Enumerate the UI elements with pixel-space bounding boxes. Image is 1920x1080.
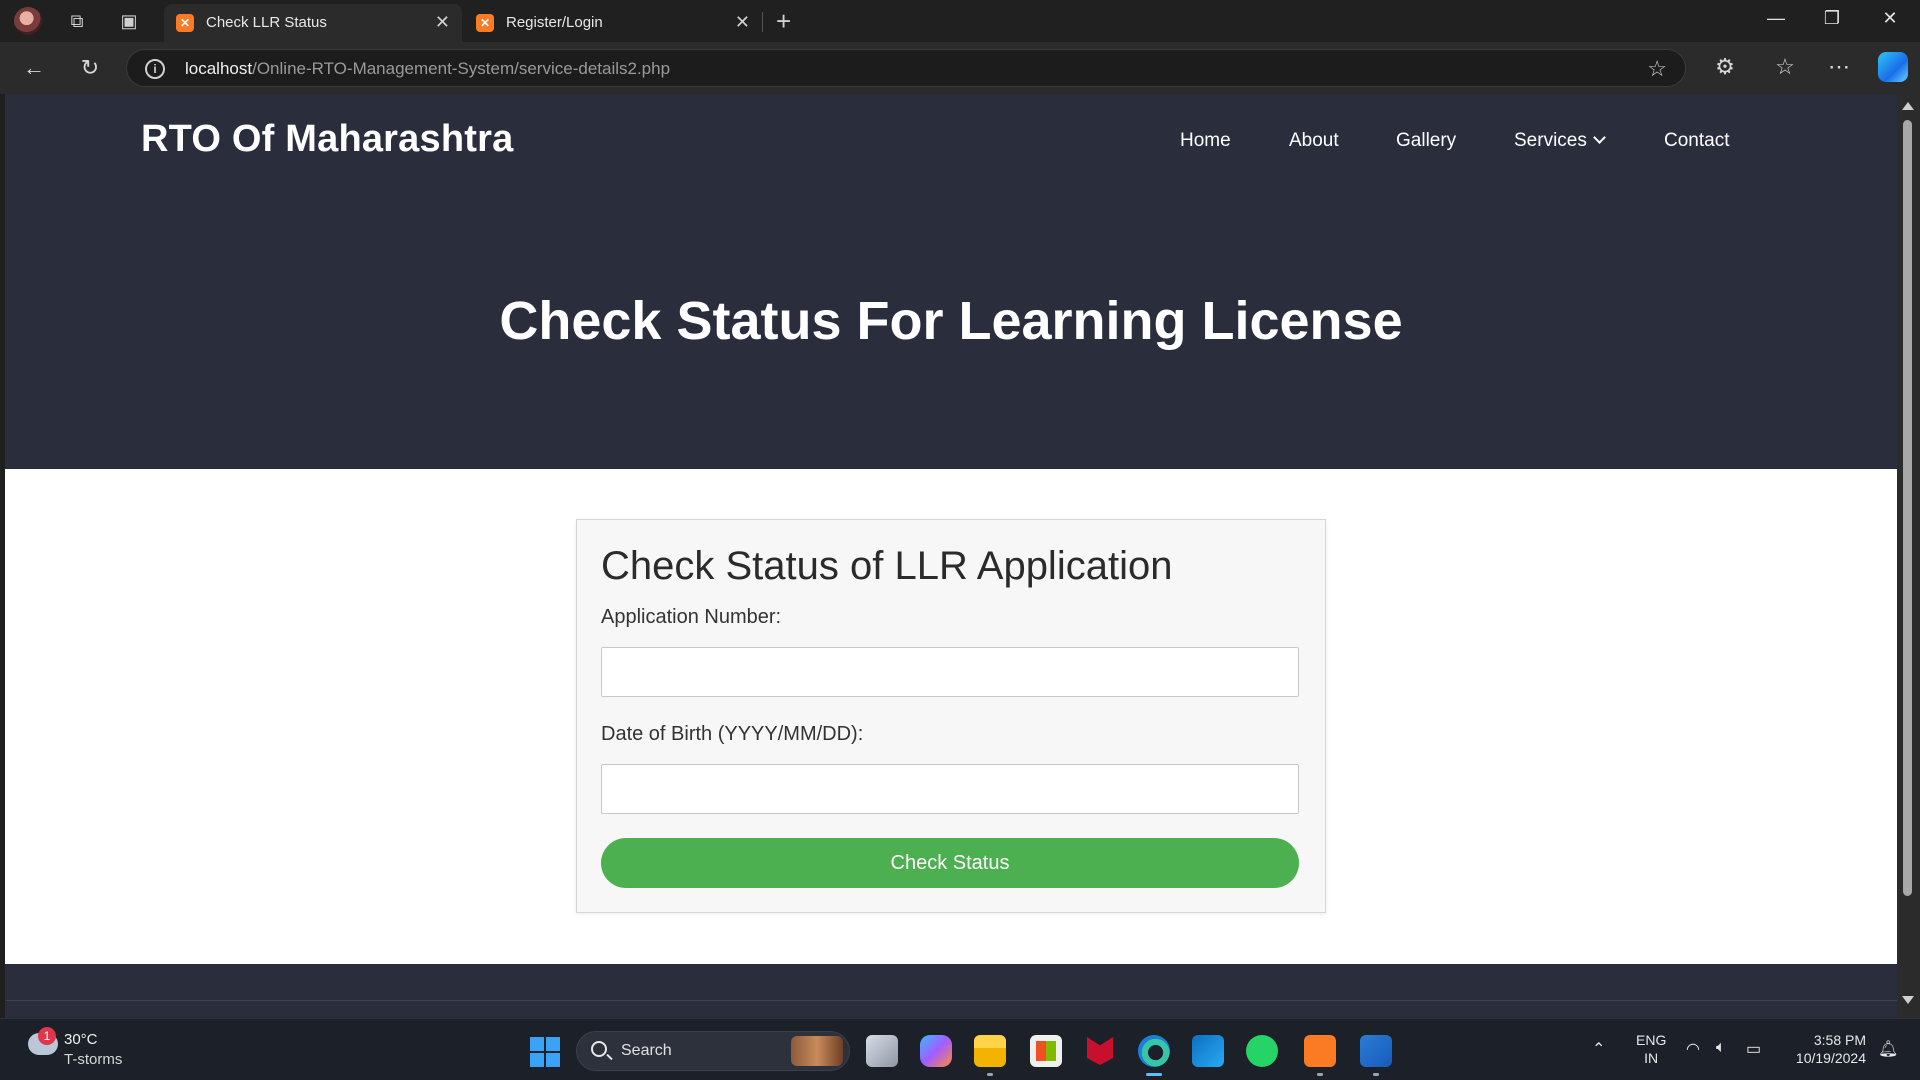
volume-icon[interactable]: 🔈︎ (1716, 1039, 1726, 1057)
file-explorer-icon[interactable] (974, 1035, 1006, 1067)
close-tab-icon[interactable]: ✕ (735, 12, 750, 33)
input-language[interactable]: ENG IN (1636, 1031, 1666, 1067)
footer-divider (5, 1000, 1897, 1001)
task-view-icon[interactable] (866, 1035, 898, 1067)
reload-icon[interactable]: ↻ (76, 54, 104, 82)
copilot-icon[interactable] (1878, 52, 1908, 82)
extensions-icon[interactable]: ⚙ (1710, 54, 1740, 80)
footer (5, 964, 1897, 1018)
form-title: Check Status of LLR Application (601, 544, 1173, 588)
mcafee-icon[interactable] (1084, 1035, 1116, 1067)
scroll-down-arrow-icon[interactable] (1902, 996, 1914, 1004)
favorites-icon[interactable]: ☆ (1770, 54, 1800, 80)
search-label: Search (621, 1042, 672, 1059)
site-brand[interactable]: RTO Of Maharashtra (141, 118, 513, 161)
word-icon[interactable] (1360, 1035, 1392, 1067)
nav-contact[interactable]: Contact (1664, 130, 1729, 152)
llr-status-form: Check Status of LLR Application Applicat… (576, 519, 1326, 913)
window-close-icon[interactable]: ✕ (1870, 8, 1910, 29)
active-indicator (1146, 1073, 1162, 1076)
tab-title: Check LLR Status (206, 14, 327, 31)
address-bar[interactable]: i localhost/Online-RTO-Management-System… (126, 49, 1686, 87)
nav-about[interactable]: About (1289, 130, 1339, 152)
weather-temperature[interactable]: 30°C (64, 1031, 98, 1048)
notifications-bell-icon[interactable]: 🔔︎ (1878, 1039, 1898, 1059)
vscode-icon[interactable] (1192, 1035, 1224, 1067)
nav-home[interactable]: Home (1180, 130, 1231, 152)
clock-time: 3:58 PM (1813, 1032, 1866, 1048)
scroll-up-arrow-icon[interactable] (1902, 102, 1914, 110)
close-tab-icon[interactable]: ✕ (435, 12, 450, 33)
xampp-icon[interactable] (1304, 1035, 1336, 1067)
page-viewport: RTO Of Maharashtra Home About Gallery Se… (5, 94, 1897, 1018)
workspaces-icon[interactable]: ⧉ (64, 8, 90, 34)
system-clock[interactable]: 3:58 PM 10/19/2024 (1786, 1031, 1866, 1067)
weather-badge: 1 (38, 1027, 56, 1045)
new-tab-plus-icon[interactable]: + (776, 6, 791, 37)
hero-section: RTO Of Maharashtra Home About Gallery Se… (5, 94, 1897, 469)
search-highlight-image (791, 1036, 843, 1066)
check-status-button[interactable]: Check Status (601, 838, 1299, 888)
search-icon (591, 1041, 607, 1057)
profile-avatar[interactable] (14, 7, 42, 35)
browser-tab-bar: ⧉ ▣ ✕ Check LLR Status ✕ ✕ Register/Logi… (0, 0, 1920, 42)
taskbar-search[interactable]: Search (576, 1031, 850, 1071)
lang-region: IN (1644, 1050, 1659, 1066)
microsoft-store-icon[interactable] (1030, 1035, 1062, 1067)
weather-condition[interactable]: T-storms (64, 1051, 122, 1068)
wifi-icon[interactable]: ◠ (1686, 1039, 1700, 1059)
page-scrollbar[interactable] (1897, 94, 1920, 1018)
application-number-input[interactable] (601, 647, 1299, 697)
vertical-tabs-icon[interactable]: ▣ (116, 8, 142, 34)
nav-gallery[interactable]: Gallery (1396, 130, 1456, 152)
tab-title: Register/Login (506, 14, 603, 31)
show-hidden-icons-chevron-icon[interactable]: ⌃ (1592, 1039, 1605, 1059)
whatsapp-icon[interactable] (1246, 1035, 1278, 1067)
xampp-favicon-icon: ✕ (176, 14, 194, 32)
windows-taskbar: 1 30°C T-storms Search ⌃ ENG IN ◠ 🔈︎ ▭ 3:… (0, 1018, 1920, 1080)
running-indicator (1373, 1073, 1379, 1076)
running-indicator (987, 1073, 993, 1076)
url-text[interactable]: localhost/Online-RTO-Management-System/s… (185, 59, 670, 79)
chevron-down-icon (1592, 131, 1606, 144)
site-info-icon[interactable]: i (145, 59, 165, 79)
start-windows-icon[interactable] (530, 1037, 560, 1067)
lang-code: ENG (1636, 1032, 1667, 1048)
edge-browser-icon[interactable] (1138, 1035, 1170, 1067)
nav-services[interactable]: Services (1514, 130, 1606, 152)
more-menu-icon[interactable]: ⋯ (1824, 54, 1854, 80)
dob-input[interactable] (601, 764, 1299, 814)
back-arrow-icon[interactable]: ← (20, 54, 48, 82)
copilot-app-icon[interactable] (920, 1035, 952, 1067)
page-title: Check Status For Learning License (499, 291, 1403, 351)
tab-separator (762, 12, 763, 32)
tab-register-login[interactable]: ✕ Register/Login ✕ (464, 4, 762, 42)
running-indicator (1317, 1073, 1323, 1076)
clock-date: 10/19/2024 (1795, 1050, 1866, 1066)
tab-check-llr-status[interactable]: ✕ Check LLR Status ✕ (164, 4, 462, 42)
address-toolbar: ← ↻ i localhost/Online-RTO-Management-Sy… (0, 42, 1920, 94)
minimize-icon[interactable]: — (1756, 8, 1796, 29)
restore-icon[interactable]: ❐ (1812, 8, 1852, 29)
dob-label: Date of Birth (YYYY/MM/DD): (601, 723, 864, 745)
battery-icon[interactable]: ▭ (1746, 1039, 1761, 1059)
xampp-favicon-icon: ✕ (476, 14, 494, 32)
scrollbar-thumb[interactable] (1903, 120, 1912, 896)
application-number-label: Application Number: (601, 606, 782, 628)
nav-services-label: Services (1514, 130, 1587, 151)
favorite-star-icon[interactable]: ☆ (1647, 56, 1667, 82)
